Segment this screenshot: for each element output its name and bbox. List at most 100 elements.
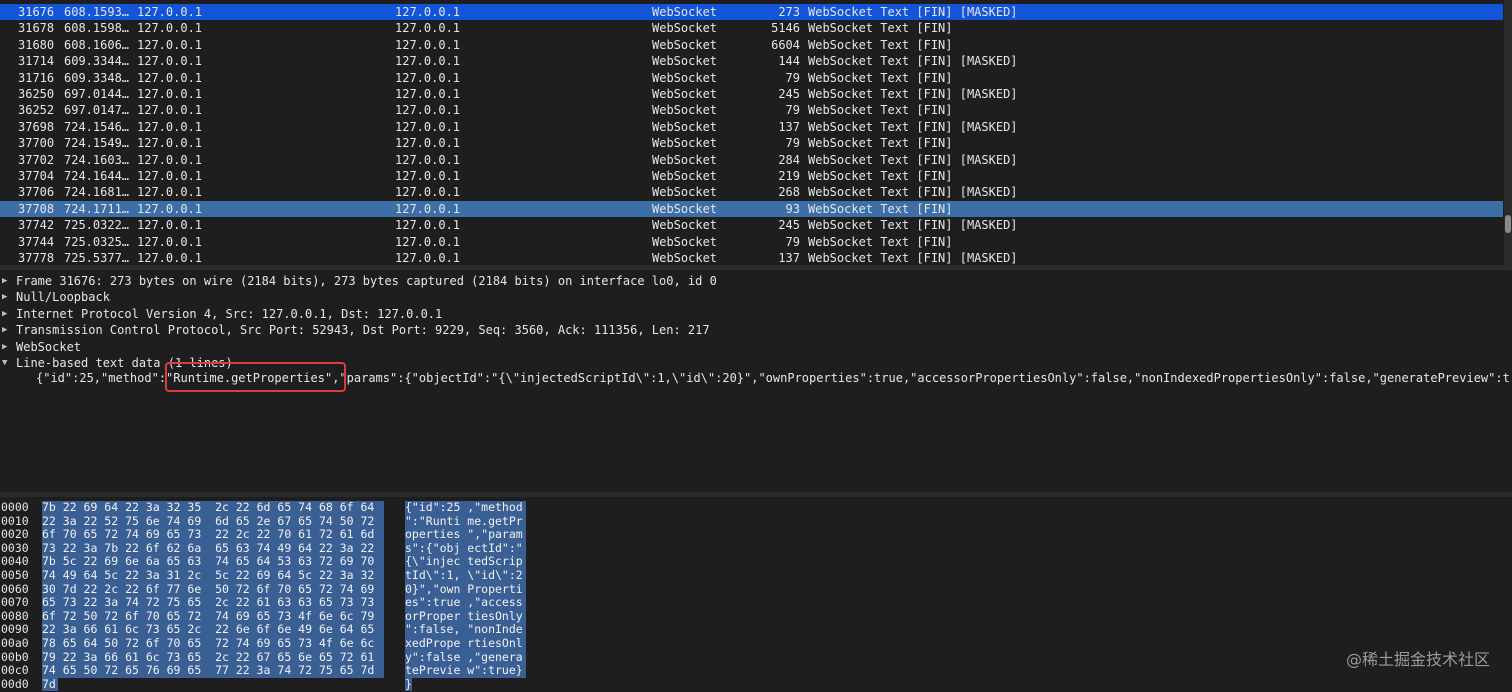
packet-row[interactable]: 37704 724.1644… 127.0.0.1 127.0.0.1 WebSocke… [0, 168, 1503, 184]
packet-destination: 127.0.0.1 [395, 119, 461, 134]
hex-ascii[interactable]: } [405, 677, 412, 692]
packet-time: 608.1598… [64, 21, 130, 36]
hex-bytes[interactable]: 6f 70 65 72 74 69 65 73 22 2c 22 70 61 7… [42, 528, 384, 542]
packet-length: 93 [785, 201, 800, 216]
hex-row[interactable]: 0020 6f 70 65 72 74 69 65 73 22 2c 22 70 … [0, 528, 1512, 542]
hex-row[interactable]: 0090 22 3a 66 61 6c 73 65 2c 22 6e 6f 6e … [0, 623, 1512, 637]
packet-time: 724.1681… [64, 185, 130, 200]
packet-row[interactable]: 37700 724.1549… 127.0.0.1 127.0.0.1 WebSocke… [0, 135, 1503, 151]
detail-tree-row[interactable]: ▶ Frame 31676: 273 bytes on wire (2184 bi… [0, 273, 1512, 289]
hex-bytes[interactable]: 73 22 3a 7b 22 6f 62 6a 65 63 74 49 64 2… [42, 541, 384, 556]
hex-ascii[interactable]: tePrevie w":true} [405, 664, 526, 678]
hex-row[interactable]: 0040 7b 5c 22 69 6e 6a 65 63 74 65 64 53 … [0, 555, 1512, 569]
hex-ascii[interactable]: {"id":25 ,"method [405, 500, 526, 515]
packet-time: 724.1546… [64, 119, 130, 134]
hex-offset: 0030 [1, 540, 29, 555]
hex-bytes[interactable]: 6f 72 50 72 6f 70 65 72 74 69 65 73 4f 6… [42, 609, 384, 624]
hex-ascii[interactable]: y":false ,"genera [405, 650, 526, 665]
packet-row[interactable]: 37778 725.5377… 127.0.0.1 127.0.0.1 WebSocke… [0, 250, 1503, 265]
hex-row[interactable]: 00a0 78 65 64 50 72 6f 70 65 72 74 69 65 … [0, 636, 1512, 651]
hex-ascii[interactable]: es":true ,"access [405, 596, 526, 610]
packet-list-pane[interactable]: 31676 608.1593… 127.0.0.1 127.0.0.1 WebSocke… [0, 0, 1512, 265]
hex-ascii[interactable]: 0}","own Properti [405, 582, 526, 597]
packet-info: WebSocket Text [FIN] [808, 103, 953, 118]
detail-tree-row[interactable]: ▶ Null/Loopback [0, 289, 1512, 305]
packet-protocol: WebSocket [652, 185, 718, 200]
packet-row[interactable]: 37698 724.1546… 127.0.0.1 127.0.0.1 WebSocke… [0, 119, 1503, 135]
hex-ascii[interactable]: s":{"obj ectId":" [405, 541, 526, 556]
hex-row[interactable]: 00b0 79 22 3a 66 61 6c 73 65 2c 22 67 65 … [0, 650, 1512, 665]
packet-row[interactable]: 37744 725.0325… 127.0.0.1 127.0.0.1 WebSocke… [0, 234, 1503, 250]
detail-tree-row[interactable]: ▶ WebSocket [0, 339, 1512, 355]
packet-destination: 127.0.0.1 [395, 251, 461, 265]
packet-row[interactable]: 37742 725.0322… 127.0.0.1 127.0.0.1 WebSocke… [0, 217, 1503, 233]
hex-ascii[interactable]: ":"Runti me.getPr [405, 514, 526, 529]
collapsed-arrow-icon[interactable]: ▶ [2, 322, 7, 338]
hex-row[interactable]: 00c0 74 65 50 72 65 76 69 65 77 22 3a 74 … [0, 664, 1512, 678]
packet-list-scrollbar[interactable] [1504, 0, 1512, 265]
packet-bytes-pane[interactable]: 0000 7b 22 69 64 22 3a 32 35 2c 22 6d 65 … [0, 497, 1512, 692]
hex-ascii[interactable]: xedPrope rtiesOnl [405, 636, 526, 651]
packet-row[interactable]: 37702 724.1603… 127.0.0.1 127.0.0.1 WebSocke… [0, 152, 1503, 168]
hex-bytes[interactable]: 78 65 64 50 72 6f 70 65 72 74 69 65 73 4… [42, 636, 384, 651]
packet-length: 79 [785, 234, 800, 249]
packet-protocol: WebSocket [652, 251, 718, 265]
collapsed-arrow-icon[interactable]: ▶ [2, 339, 7, 355]
packet-row[interactable]: 31676 608.1593… 127.0.0.1 127.0.0.1 WebSocke… [0, 4, 1503, 21]
hex-bytes[interactable]: 74 65 50 72 65 76 69 65 77 22 3a 74 72 7… [42, 664, 384, 678]
packet-row[interactable]: 31716 609.3348… 127.0.0.1 127.0.0.1 WebSocke… [0, 70, 1503, 86]
hex-row[interactable]: 0010 22 3a 22 52 75 6e 74 69 6d 65 2e 67 … [0, 514, 1512, 529]
hex-row[interactable]: 0030 73 22 3a 7b 22 6f 62 6a 65 63 74 49 … [0, 540, 1512, 556]
packet-info: WebSocket Text [FIN] [808, 169, 953, 183]
hex-ascii[interactable]: ":false, "nonInde [405, 623, 526, 637]
hex-ascii[interactable]: tId\":1, \"id\":2 [405, 568, 526, 583]
hex-row[interactable]: 0070 65 73 22 3a 74 72 75 65 2c 22 61 63 … [0, 596, 1512, 610]
packet-length: 79 [785, 70, 800, 85]
hex-bytes[interactable]: 22 3a 22 52 75 6e 74 69 6d 65 2e 67 65 7… [42, 514, 384, 529]
hex-row[interactable]: 0060 30 7d 22 2c 22 6f 77 6e 50 72 6f 70 … [0, 581, 1512, 597]
hex-bytes[interactable]: 65 73 22 3a 74 72 75 65 2c 22 61 63 63 6… [42, 596, 384, 610]
packet-no: 36250 [18, 87, 55, 101]
collapsed-arrow-icon[interactable]: ▶ [2, 289, 7, 305]
hex-offset: 0040 [1, 554, 29, 569]
detail-tree-label: Transmission Control Protocol, Src Port:… [16, 323, 710, 338]
hex-row[interactable]: 0000 7b 22 69 64 22 3a 32 35 2c 22 6d 65 … [0, 500, 1512, 515]
packet-time: 724.1549… [64, 136, 130, 151]
packet-destination: 127.0.0.1 [395, 185, 461, 200]
hex-bytes[interactable]: 30 7d 22 2c 22 6f 77 6e 50 72 6f 70 65 7… [42, 582, 384, 597]
packet-row[interactable]: 37708 724.1711… 127.0.0.1 127.0.0.1 WebSocke… [0, 200, 1503, 218]
packet-protocol: WebSocket [652, 87, 718, 101]
hex-ascii[interactable]: {\"injec tedScrip [405, 555, 526, 569]
packet-source: 127.0.0.1 [137, 87, 203, 101]
detail-tree-row[interactable]: ▶ Internet Protocol Version 4, Src: 127.0… [0, 306, 1512, 322]
collapsed-arrow-icon[interactable]: ▶ [2, 273, 7, 289]
packet-row[interactable]: 36252 697.0147… 127.0.0.1 127.0.0.1 WebSocke… [0, 102, 1503, 118]
hex-row[interactable]: 0050 74 49 64 5c 22 3a 31 2c 5c 22 69 64 … [0, 568, 1512, 583]
hex-offset: 0060 [1, 581, 29, 596]
hex-bytes[interactable]: 22 3a 66 61 6c 73 65 2c 22 6e 6f 6e 49 6… [42, 623, 384, 637]
packet-row[interactable]: 31680 608.1606… 127.0.0.1 127.0.0.1 WebSocke… [0, 37, 1503, 53]
packet-protocol: WebSocket [652, 201, 718, 216]
hex-bytes[interactable]: 7b 5c 22 69 6e 6a 65 63 74 65 64 53 63 7… [42, 555, 384, 569]
packet-source: 127.0.0.1 [137, 218, 203, 233]
packet-time: 697.0144… [64, 87, 130, 101]
packet-no: 37744 [18, 234, 55, 249]
hex-bytes[interactable]: 79 22 3a 66 61 6c 73 65 2c 22 67 65 6e 6… [42, 650, 384, 665]
packet-protocol: WebSocket [652, 5, 718, 19]
scrollbar-thumb[interactable] [1505, 215, 1511, 233]
detail-tree-row[interactable]: ▶ Transmission Control Protocol, Src Port… [0, 322, 1512, 338]
hex-ascii[interactable]: operties ","param [405, 528, 526, 542]
hex-row[interactable]: 0080 6f 72 50 72 6f 70 65 72 74 69 65 73 … [0, 609, 1512, 624]
hex-row[interactable]: 00d0 7d} [0, 677, 1512, 692]
hex-ascii[interactable]: orProper tiesOnly [405, 609, 526, 624]
packet-row[interactable]: 36250 697.0144… 127.0.0.1 127.0.0.1 WebSocke… [0, 86, 1503, 102]
packet-row[interactable]: 31678 608.1598… 127.0.0.1 127.0.0.1 WebSocke… [0, 20, 1503, 36]
hex-bytes[interactable]: 7d [42, 677, 58, 692]
packet-row[interactable]: 31714 609.3344… 127.0.0.1 127.0.0.1 WebSocke… [0, 53, 1503, 69]
packet-row[interactable]: 37706 724.1681… 127.0.0.1 127.0.0.1 WebSocke… [0, 184, 1503, 200]
collapsed-arrow-icon[interactable]: ▶ [2, 306, 7, 322]
hex-bytes[interactable]: 74 49 64 5c 22 3a 31 2c 5c 22 69 64 5c 2… [42, 568, 384, 583]
hex-bytes[interactable]: 7b 22 69 64 22 3a 32 35 2c 22 6d 65 74 6… [42, 500, 384, 515]
expanded-arrow-icon[interactable]: ▼ [2, 355, 7, 371]
packet-protocol: WebSocket [652, 136, 718, 151]
